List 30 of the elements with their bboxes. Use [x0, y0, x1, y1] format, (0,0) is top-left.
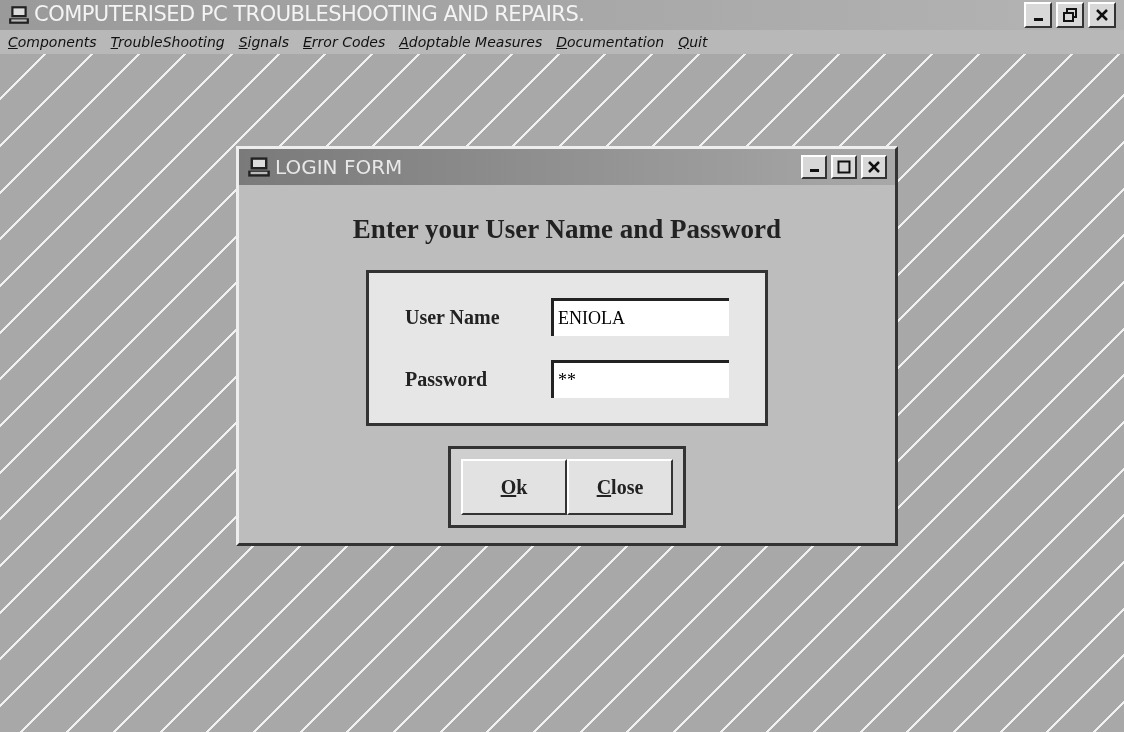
text-field[interactable]: ENIOLA — [551, 297, 729, 336]
menu-item[interactable]: TroubleShooting — [110, 31, 225, 53]
restore-button[interactable] — [1056, 2, 1084, 28]
minimize-icon — [809, 169, 819, 172]
menu-item[interactable]: Documentation — [556, 31, 665, 53]
dialog-title: LOGIN FORM — [275, 154, 404, 181]
dialog-heading: Enter your User Name and Password — [352, 213, 782, 246]
menu-item[interactable]: Components — [8, 31, 97, 53]
close-icon — [1095, 8, 1109, 22]
menu-item[interactable]: Adoptable Measures — [399, 31, 543, 53]
close-button[interactable] — [1088, 2, 1116, 28]
window-title: COMPUTERISED PC TROUBLESHOOTING AND REPAIRS. — [34, 1, 586, 29]
minimize-button[interactable] — [1024, 2, 1052, 28]
close-icon — [867, 160, 881, 174]
menu-item[interactable]: Error Codes — [303, 31, 386, 53]
text-field[interactable]: ** — [551, 359, 729, 398]
restore-icon — [1063, 8, 1077, 22]
computer-icon — [247, 156, 271, 178]
dialog-button[interactable]: Close — [567, 458, 673, 515]
field-label: User Name — [405, 304, 501, 330]
menu-item[interactable]: Signals — [238, 31, 289, 53]
computer-icon — [8, 5, 30, 25]
minimize-icon — [1033, 18, 1043, 21]
maximize-icon — [837, 160, 851, 174]
dialog-button[interactable]: Ok — [461, 458, 567, 515]
maximize-button[interactable] — [831, 155, 857, 179]
menu-item[interactable]: Quit — [678, 31, 708, 53]
field-label: Password — [405, 366, 489, 392]
minimize-button[interactable] — [801, 155, 827, 179]
close-button[interactable] — [861, 155, 887, 179]
